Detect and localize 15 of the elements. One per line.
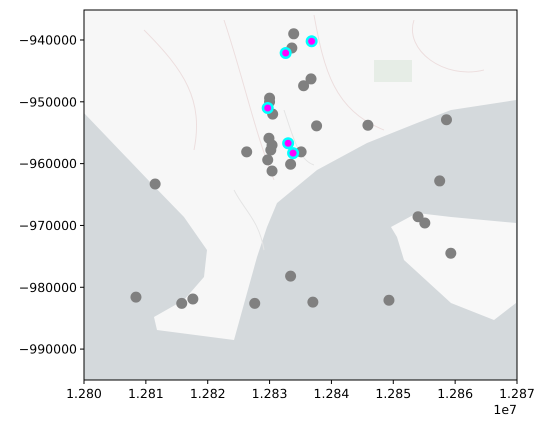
tick-label: −970000 xyxy=(18,218,77,233)
tick-label: −940000 xyxy=(18,32,77,48)
tick-label: −990000 xyxy=(18,342,77,357)
tick-label: 1.281 xyxy=(128,386,164,401)
tick-label: 1.284 xyxy=(314,386,350,401)
tick-label: −950000 xyxy=(18,94,77,110)
tick-label: −980000 xyxy=(18,280,77,295)
tick-label: 1.280 xyxy=(66,386,102,401)
tick-label: 1.283 xyxy=(252,386,288,401)
tick-label: 1.286 xyxy=(437,386,474,401)
tick-label: −960000 xyxy=(18,156,77,172)
tick-label: 1.282 xyxy=(190,386,226,401)
tick-label: 1.287 xyxy=(499,386,535,401)
tick-label: 1.285 xyxy=(375,386,412,401)
axis-offset-label: 1e7 xyxy=(493,402,517,417)
